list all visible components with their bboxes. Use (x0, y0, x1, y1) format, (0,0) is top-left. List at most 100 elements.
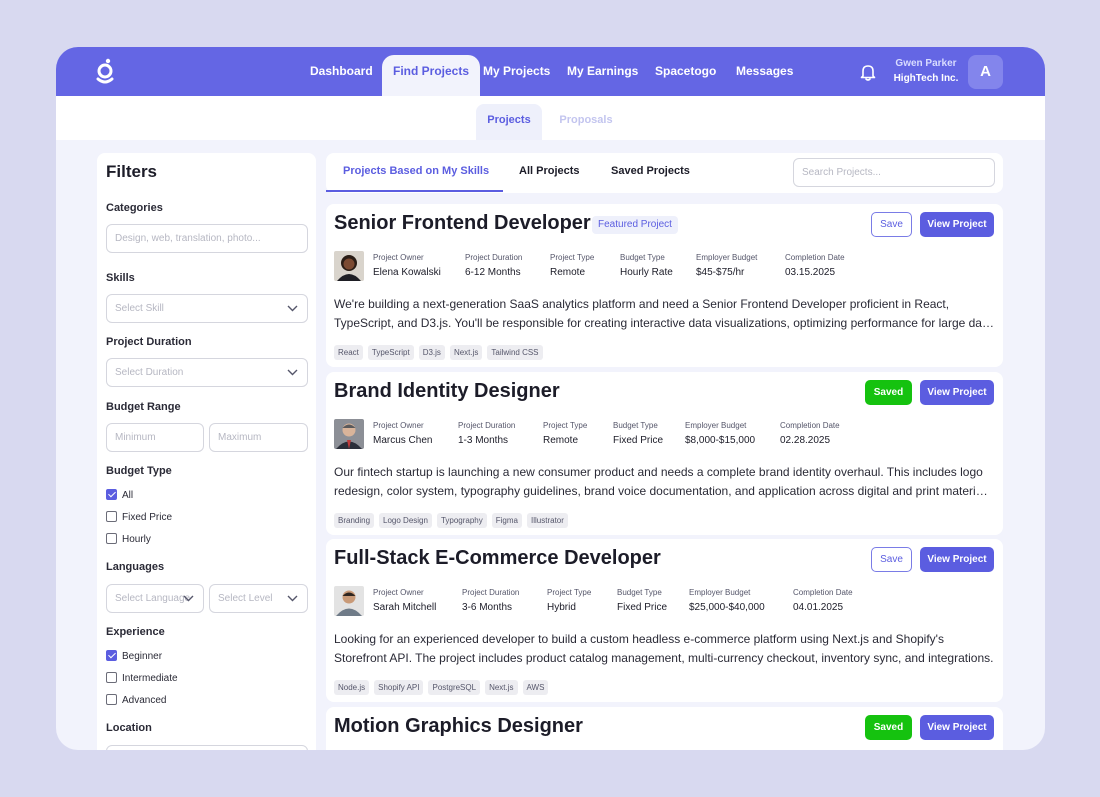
nav-dashboard[interactable]: Dashboard (310, 47, 373, 96)
meta-value: Elena Kowalski (373, 267, 441, 278)
skill-tags: Branding Logo Design Typography Figma Illust… (334, 510, 573, 528)
skill-tags: Node.js Shopify API PostgreSQL Next.js AWS (334, 677, 553, 695)
logo-icon[interactable] (94, 58, 116, 86)
checkbox-icon[interactable] (106, 511, 117, 522)
project-card: Brand Identity Designer Saved View Proje… (326, 372, 1003, 535)
meta-budget-type: Budget Type Fixed Price (613, 421, 663, 446)
skills-placeholder: Select Skill (115, 303, 164, 314)
search-input[interactable]: Search Projects... (793, 158, 995, 187)
budget-min-input[interactable]: Minimum (106, 423, 204, 452)
meta-label: Project Owner (373, 421, 424, 430)
project-title[interactable]: Full-Stack E-Commerce Developer (334, 547, 661, 570)
budget-type-fixed[interactable]: Fixed Price (106, 511, 172, 525)
tab-all-projects[interactable]: All Projects (519, 165, 580, 177)
nav-messages[interactable]: Messages (736, 47, 793, 96)
skill-tag: AWS (522, 680, 549, 695)
categories-placeholder: Design, web, translation, photo... (115, 233, 261, 244)
project-card: Senior Frontend Developer Featured Proje… (326, 204, 1003, 367)
meta-value: Hourly Rate (620, 267, 673, 278)
budget-type-hourly[interactable]: Hourly (106, 533, 151, 547)
skills-select[interactable]: Select Skill (106, 294, 308, 323)
meta-value: Hybrid (547, 602, 576, 613)
budget-min-placeholder: Minimum (115, 432, 156, 443)
project-description: Looking for an experienced developer to … (334, 630, 994, 668)
meta-type: Project Type Remote (543, 421, 587, 446)
nav-my-earnings[interactable]: My Earnings (567, 47, 638, 96)
user-company: HighTech Inc. (893, 73, 959, 84)
subtabs-bar: Projects Proposals (56, 96, 1045, 140)
checkbox-icon[interactable] (106, 672, 117, 683)
experience-advanced[interactable]: Advanced (106, 694, 166, 708)
meta-label: Budget Type (617, 588, 662, 597)
meta-label: Budget Type (613, 421, 658, 430)
description-line: Looking for an experienced developer to … (334, 632, 944, 646)
nav-my-projects[interactable]: My Projects (483, 47, 550, 96)
meta-value: $45-$75/hr (696, 267, 745, 278)
project-title[interactable]: Senior Frontend Developer (334, 212, 591, 235)
budget-max-input[interactable]: Maximum (209, 423, 308, 452)
categories-input[interactable]: Design, web, translation, photo... (106, 224, 308, 253)
level-placeholder: Select Level (218, 593, 273, 604)
meta-employer-budget: Employer Budget $45-$75/hr (696, 253, 757, 278)
meta-type: Project Type Hybrid (547, 588, 591, 613)
project-title[interactable]: Motion Graphics Designer (334, 715, 583, 738)
tab-projects[interactable]: Projects (476, 104, 542, 140)
search-placeholder: Search Projects... (802, 167, 881, 178)
saved-button[interactable]: Saved (865, 715, 912, 740)
save-button[interactable]: Save (871, 212, 912, 237)
meta-value: $25,000-$40,000 (689, 602, 765, 613)
project-description: Our fintech startup is launching a new c… (334, 463, 994, 501)
checkbox-icon[interactable] (106, 533, 117, 544)
duration-label: Project Duration (106, 336, 192, 348)
view-project-button[interactable]: View Project (920, 380, 994, 405)
experience-beginner[interactable]: Beginner (106, 650, 162, 664)
description-line: TypeScript, and D3.js. You'll be respons… (334, 316, 994, 330)
location-input[interactable] (106, 745, 308, 750)
view-project-button[interactable]: View Project (920, 715, 994, 740)
tab-proposals[interactable]: Proposals (550, 104, 622, 140)
budget-type-all-label: All (122, 490, 134, 501)
meta-value: 04.01.2025 (793, 602, 844, 613)
checkbox-checked-icon[interactable] (106, 650, 117, 661)
view-project-button[interactable]: View Project (920, 547, 994, 572)
view-project-button[interactable]: View Project (920, 212, 994, 237)
checkbox-icon[interactable] (106, 694, 117, 705)
chevron-down-icon (287, 595, 298, 602)
meta-label: Project Duration (458, 421, 516, 430)
owner-photo (334, 251, 364, 281)
level-select[interactable]: Select Level (209, 584, 308, 613)
owner-photo (334, 586, 364, 616)
meta-label: Project Duration (462, 588, 520, 597)
meta-completion: Completion Date 02.28.2025 (780, 421, 840, 446)
budget-range-label: Budget Range (106, 401, 181, 413)
meta-label: Project Owner (373, 253, 424, 262)
bell-icon[interactable] (860, 63, 876, 81)
skill-tag: Branding (334, 513, 375, 528)
experience-intermediate[interactable]: Intermediate (106, 672, 178, 686)
meta-duration: Project Duration 1-3 Months (458, 421, 515, 446)
tab-saved-projects[interactable]: Saved Projects (611, 165, 690, 177)
budget-max-placeholder: Maximum (218, 432, 262, 443)
languages-label: Languages (106, 561, 165, 573)
language-select[interactable]: Select Language (106, 584, 204, 613)
meta-label: Project Type (543, 421, 588, 430)
meta-value: 6-12 Months (465, 267, 521, 278)
duration-select[interactable]: Select Duration (106, 358, 308, 387)
meta-value: 03.15.2025 (785, 267, 836, 278)
avatar[interactable]: A (968, 55, 1003, 89)
nav-find-projects[interactable]: Find Projects (382, 55, 481, 96)
skill-tag: Next.js (449, 345, 483, 360)
save-button[interactable]: Save (871, 547, 912, 572)
tab-my-skills[interactable]: Projects Based on My Skills (343, 165, 489, 177)
categories-label: Categories (106, 202, 163, 214)
meta-label: Completion Date (780, 421, 840, 430)
checkbox-checked-icon[interactable] (106, 489, 117, 500)
meta-budget-type: Budget Type Fixed Price (617, 588, 667, 613)
project-title[interactable]: Brand Identity Designer (334, 380, 560, 403)
meta-duration: Project Duration 6-12 Months (465, 253, 522, 278)
budget-type-all[interactable]: All (106, 489, 133, 503)
meta-value: 3-6 Months (462, 602, 513, 613)
nav-spacetogo[interactable]: Spacetogo (655, 47, 716, 96)
meta-value: Marcus Chen (373, 435, 433, 446)
saved-button[interactable]: Saved (865, 380, 912, 405)
